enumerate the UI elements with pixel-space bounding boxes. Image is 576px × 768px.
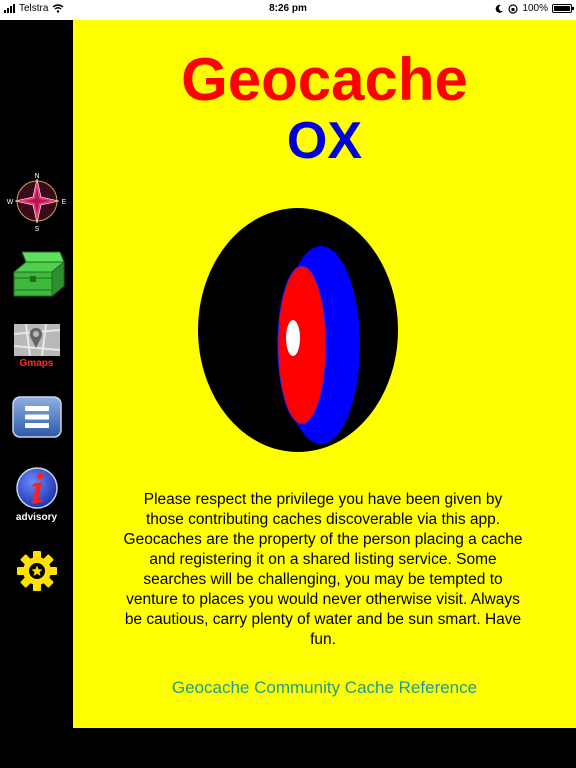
status-right: 100% [495, 3, 574, 14]
sidebar: N S E W Gmaps advisory [0, 20, 73, 768]
advisory-label: advisory [15, 512, 58, 523]
status-time: 8:26 pm [269, 3, 307, 14]
gear-icon [16, 551, 57, 591]
app-subtitle: OX [286, 112, 363, 170]
sidebar-item-settings[interactable] [0, 548, 73, 594]
gmaps-label: Gmaps [19, 358, 54, 369]
compass-e: E [61, 199, 66, 206]
battery-label: 100% [522, 3, 548, 14]
advisory-message: Please respect the privilege you have be… [123, 491, 523, 648]
orientation-lock-icon [508, 3, 519, 14]
logo-icon [198, 208, 398, 452]
status-bar: Telstra 8:26 pm 100% [0, 0, 576, 20]
sidebar-item-compass[interactable]: N S E W [0, 170, 73, 232]
sidebar-item-gmaps[interactable]: Gmaps [0, 324, 73, 369]
compass-icon: N S E W [7, 173, 67, 232]
menu-icon [11, 396, 62, 438]
info-icon [15, 467, 58, 509]
sidebar-item-advisory[interactable]: advisory [0, 466, 73, 523]
app-title: Geocache [181, 46, 468, 113]
community-cache-reference-link[interactable]: Geocache Community Cache Reference [73, 678, 576, 698]
sidebar-item-menu[interactable] [0, 396, 73, 438]
bottom-bar [73, 728, 576, 768]
compass-s: S [34, 226, 39, 232]
main-content: Geocache OX Please respect the privilege… [73, 20, 576, 728]
compass-w: W [7, 199, 14, 206]
battery-icon [552, 4, 574, 13]
moon-icon [496, 4, 504, 13]
sidebar-item-treasure-chest[interactable] [0, 248, 73, 300]
compass-n: N [34, 173, 39, 180]
treasure-chest-icon [12, 251, 65, 298]
map-icon [13, 324, 60, 356]
